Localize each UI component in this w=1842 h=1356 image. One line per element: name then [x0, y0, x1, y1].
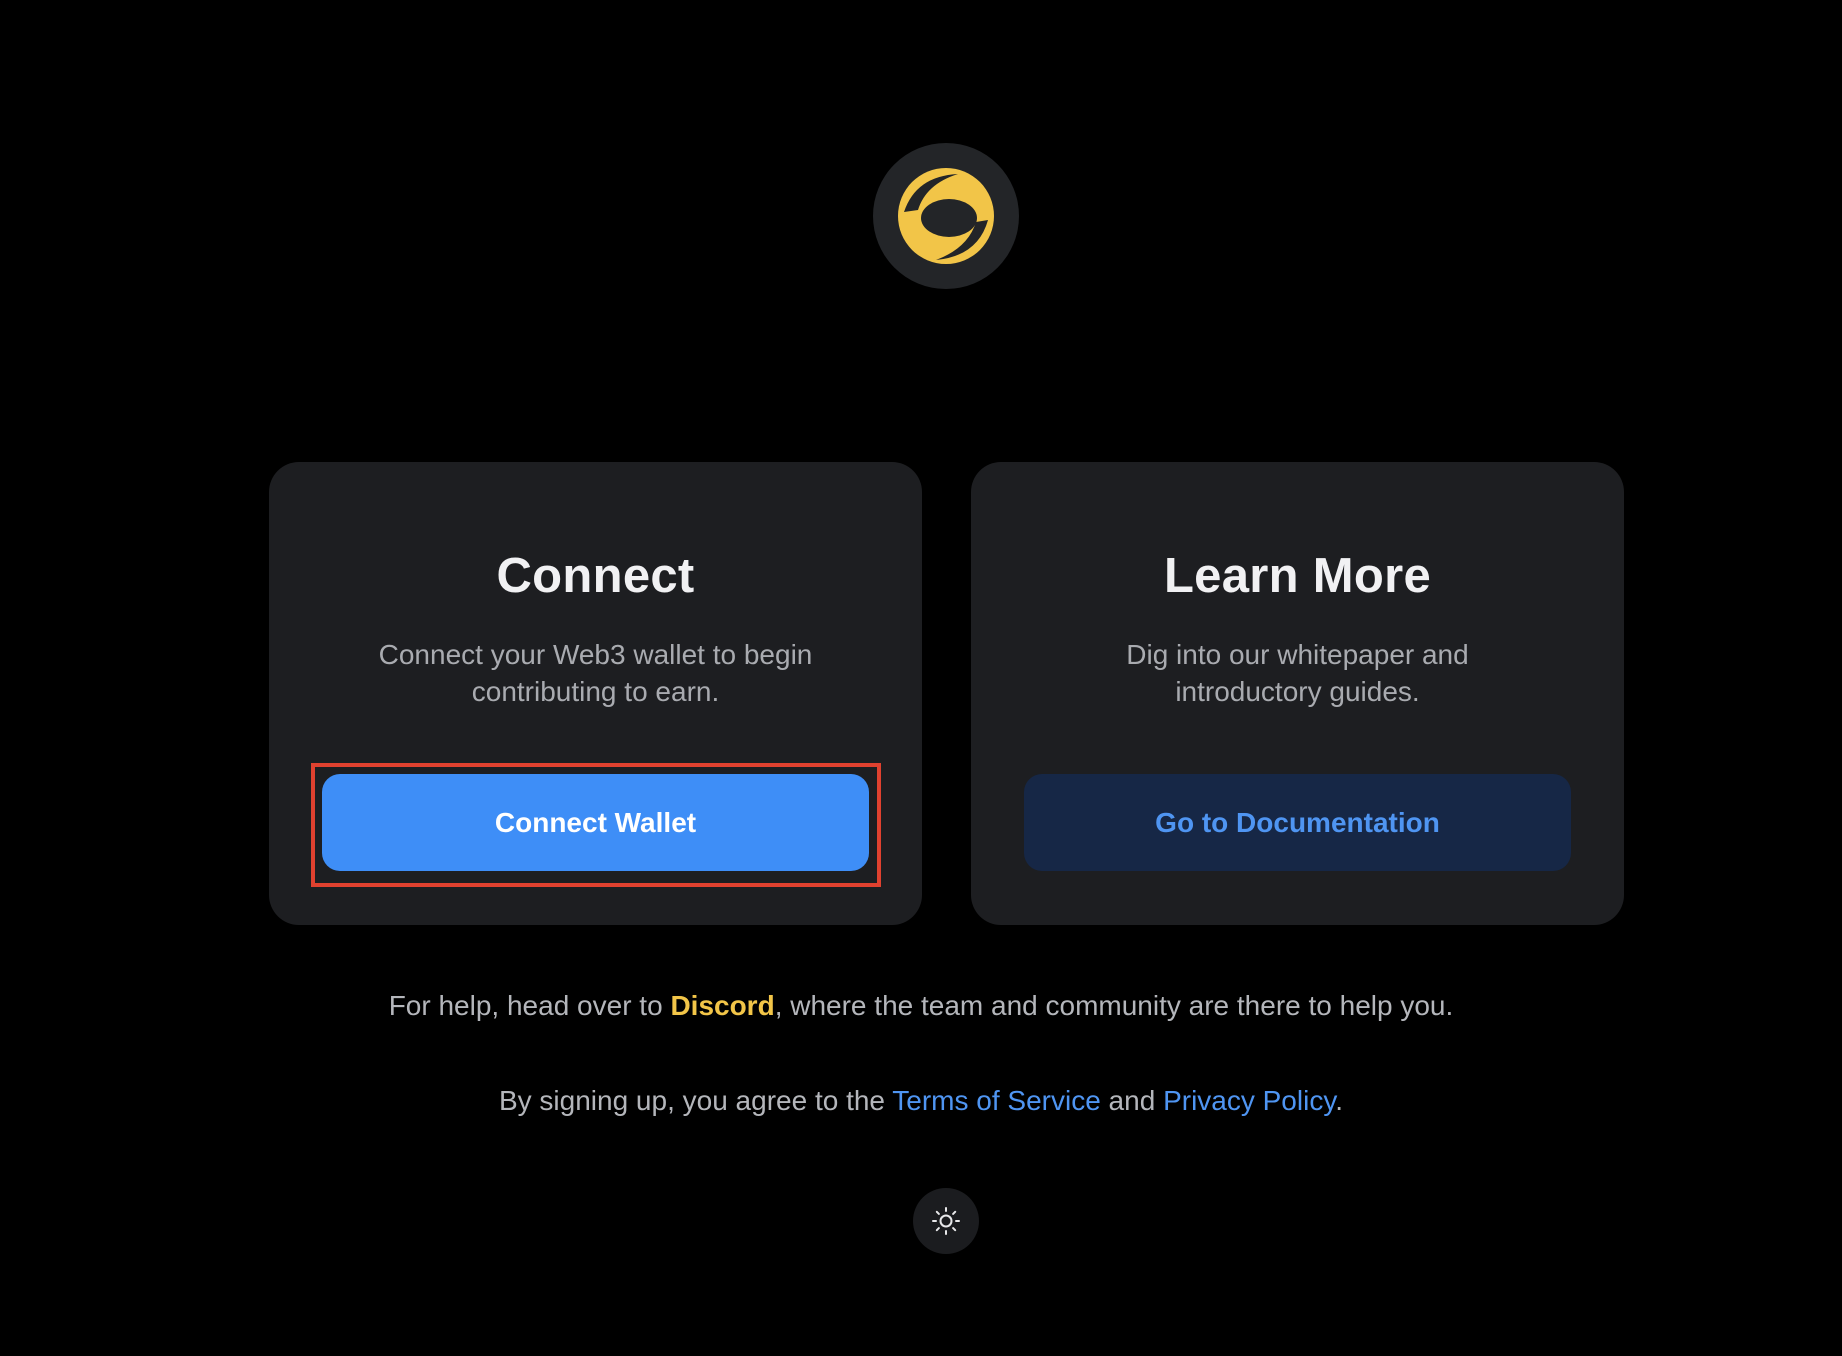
theme-toggle-button[interactable]	[913, 1188, 979, 1254]
terms-of-service-link[interactable]: Terms of Service	[892, 1085, 1101, 1116]
help-text-suffix: , where the team and community are there…	[774, 990, 1454, 1021]
page: Connect Connect your Web3 wallet to begi…	[0, 0, 1842, 1356]
discord-link[interactable]: Discord	[670, 990, 774, 1021]
terms-text-middle: and	[1100, 1085, 1164, 1116]
privacy-policy-link[interactable]: Privacy Policy	[1163, 1085, 1335, 1116]
go-to-documentation-button[interactable]: Go to Documentation	[1024, 774, 1571, 871]
learn-more-card-description-line1: Dig into our whitepaper and	[1126, 639, 1469, 670]
connect-card-description: Connect your Web3 wallet to begin contri…	[329, 636, 862, 710]
connect-card: Connect Connect your Web3 wallet to begi…	[269, 462, 922, 925]
learn-more-card: Learn More Dig into our whitepaper and i…	[971, 462, 1624, 925]
sun-icon	[932, 1207, 960, 1235]
learn-more-card-description: Dig into our whitepaper and introductory…	[1031, 636, 1564, 710]
help-text-prefix: For help, head over to	[388, 990, 671, 1021]
brand-logo	[873, 143, 1019, 289]
terms-text-prefix: By signing up, you agree to the	[498, 1085, 893, 1116]
brand-logo-icon	[898, 168, 994, 264]
learn-more-card-title: Learn More	[1163, 549, 1432, 603]
connect-card-description-line2: contributing to earn.	[471, 676, 720, 707]
help-text: For help, head over to Discord, where th…	[0, 990, 1842, 1022]
connect-wallet-button[interactable]: Connect Wallet	[322, 774, 869, 871]
connect-card-description-line1: Connect your Web3 wallet to begin	[378, 639, 813, 670]
learn-more-card-description-line2: introductory guides.	[1175, 676, 1420, 707]
terms-text-suffix: .	[1335, 1085, 1344, 1116]
terms-text: By signing up, you agree to the Terms of…	[0, 1085, 1842, 1117]
connect-card-title: Connect	[496, 549, 695, 603]
